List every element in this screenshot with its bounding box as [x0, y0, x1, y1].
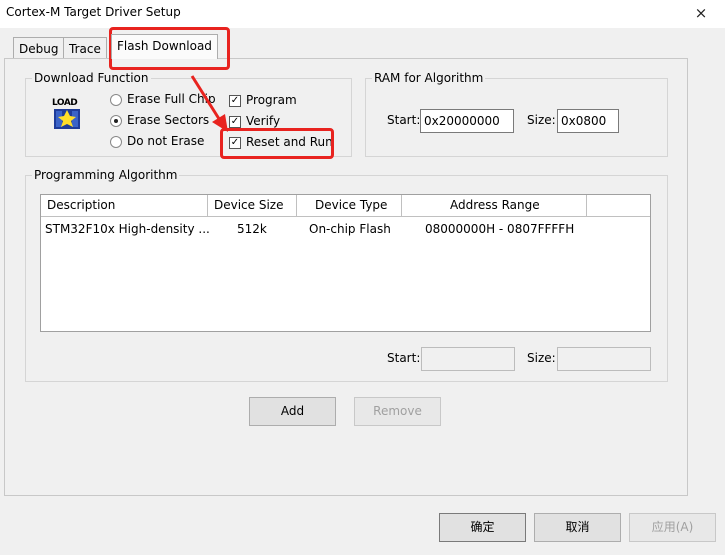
cell-address-range: 08000000H - 0807FFFFH	[425, 222, 575, 236]
window-title: Cortex-M Target Driver Setup	[6, 5, 181, 19]
ram-start-label: Start:	[387, 113, 421, 127]
column-header-device-type[interactable]: Device Type	[297, 195, 402, 217]
column-header-empty	[587, 195, 650, 217]
title-bar: Cortex-M Target Driver Setup ×	[0, 0, 725, 28]
tab-flash-download[interactable]: Flash Download	[111, 34, 218, 59]
checkbox-label: Program	[246, 93, 297, 107]
remove-button[interactable]: Remove	[354, 397, 441, 426]
checkbox-label: Verify	[246, 114, 281, 128]
algorithm-start-label: Start:	[387, 351, 421, 365]
apply-button[interactable]: 应用(A)	[629, 513, 716, 542]
algorithm-list[interactable]: Description Device Size Device Type Addr…	[40, 194, 651, 332]
programming-algorithm-title: Programming Algorithm	[32, 168, 180, 182]
column-header-address-range[interactable]: Address Range	[402, 195, 587, 217]
cancel-button[interactable]: 取消	[534, 513, 621, 542]
column-header-device-size[interactable]: Device Size	[208, 195, 297, 217]
tab-label: Flash Download	[117, 39, 212, 53]
close-icon[interactable]: ×	[689, 3, 713, 23]
annotation-arrow-icon	[190, 75, 228, 132]
add-button[interactable]: Add	[249, 397, 336, 426]
cell-device-size: 512k	[237, 222, 267, 236]
algorithm-size-input[interactable]	[557, 347, 651, 371]
column-header-description[interactable]: Description	[41, 195, 208, 217]
cell-device-type: On-chip Flash	[309, 222, 391, 236]
ram-title: RAM for Algorithm	[372, 71, 486, 85]
download-function-title: Download Function	[32, 71, 151, 85]
algorithm-size-label: Size:	[527, 351, 556, 365]
ok-button[interactable]: 确定	[439, 513, 526, 542]
tab-trace[interactable]: Trace	[63, 37, 107, 59]
tab-label: Debug	[19, 42, 59, 56]
radio-indicator[interactable]	[110, 94, 122, 106]
tab-label: Trace	[69, 42, 101, 56]
ram-start-input[interactable]: 0x20000000	[420, 109, 514, 133]
ram-size-label: Size:	[527, 113, 556, 127]
algorithm-start-input[interactable]	[421, 347, 515, 371]
load-icon: LOAD	[52, 98, 86, 132]
ram-size-input[interactable]: 0x0800	[557, 109, 619, 133]
radio-indicator[interactable]	[110, 115, 122, 127]
tab-debug[interactable]: Debug	[13, 37, 65, 59]
radio-indicator[interactable]	[110, 136, 122, 148]
cell-description: STM32F10x High-density ...	[45, 222, 210, 236]
